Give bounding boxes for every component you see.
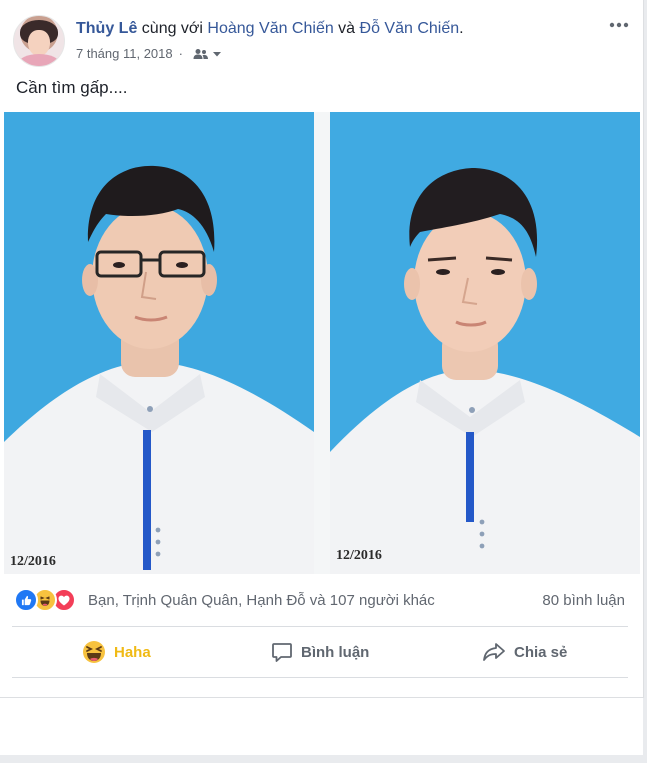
post-photo[interactable]: 12/2016 12/2016	[0, 112, 643, 574]
audience-selector[interactable]	[193, 48, 222, 60]
tagged-user-link-2[interactable]: Đỗ Văn Chiến	[360, 20, 460, 37]
and-text: và	[333, 20, 360, 37]
photo-date-left: 12/2016	[10, 554, 56, 569]
comment-button[interactable]: Bình luận	[271, 638, 369, 666]
reaction-icons[interactable]	[14, 588, 76, 612]
with-text: cùng với	[137, 20, 208, 37]
haha-button[interactable]: Haha	[82, 638, 151, 666]
author-name-link[interactable]: Thủy Lê	[76, 20, 137, 37]
comment-icon	[272, 643, 292, 662]
post-options-button[interactable]	[607, 16, 631, 34]
post-timestamp-link[interactable]: 7 tháng 11, 2018	[76, 46, 173, 61]
reaction-summary-link[interactable]: Bạn, Trịnh Quân Quân, Hạnh Đỗ và 107 ngư…	[88, 592, 435, 609]
haha-icon	[83, 641, 105, 663]
share-label: Chia sẻ	[514, 643, 568, 661]
post-card: Thủy Lê cùng với Hoàng Văn Chiến và Đỗ V…	[0, 0, 644, 698]
more-options-icon	[609, 22, 629, 28]
haha-label: Haha	[114, 643, 151, 661]
tagged-user-link-1[interactable]: Hoàng Văn Chiến	[207, 20, 333, 37]
divider-top	[12, 626, 628, 627]
author-avatar[interactable]	[13, 15, 65, 67]
divider-bottom	[12, 677, 628, 678]
share-button[interactable]: Chia sẻ	[482, 638, 567, 666]
caret-down-icon	[212, 51, 221, 56]
friends-icon	[193, 48, 208, 59]
page-background-bottom	[0, 755, 647, 763]
share-icon	[483, 643, 505, 661]
post-meta: 7 tháng 11, 2018 ·	[76, 46, 222, 61]
comment-label: Bình luận	[301, 643, 370, 661]
comment-count-link[interactable]: 80 bình luận	[542, 592, 625, 609]
id-photos-image	[4, 112, 640, 574]
like-icon	[14, 588, 38, 612]
post-text: Cần tìm gấp....	[16, 78, 128, 97]
photo-date-right: 12/2016	[336, 548, 382, 563]
post-header: Thủy Lê cùng với Hoàng Văn Chiến và Đỗ V…	[76, 20, 464, 38]
end-dot: .	[459, 20, 464, 37]
separator-dot: ·	[178, 46, 183, 61]
